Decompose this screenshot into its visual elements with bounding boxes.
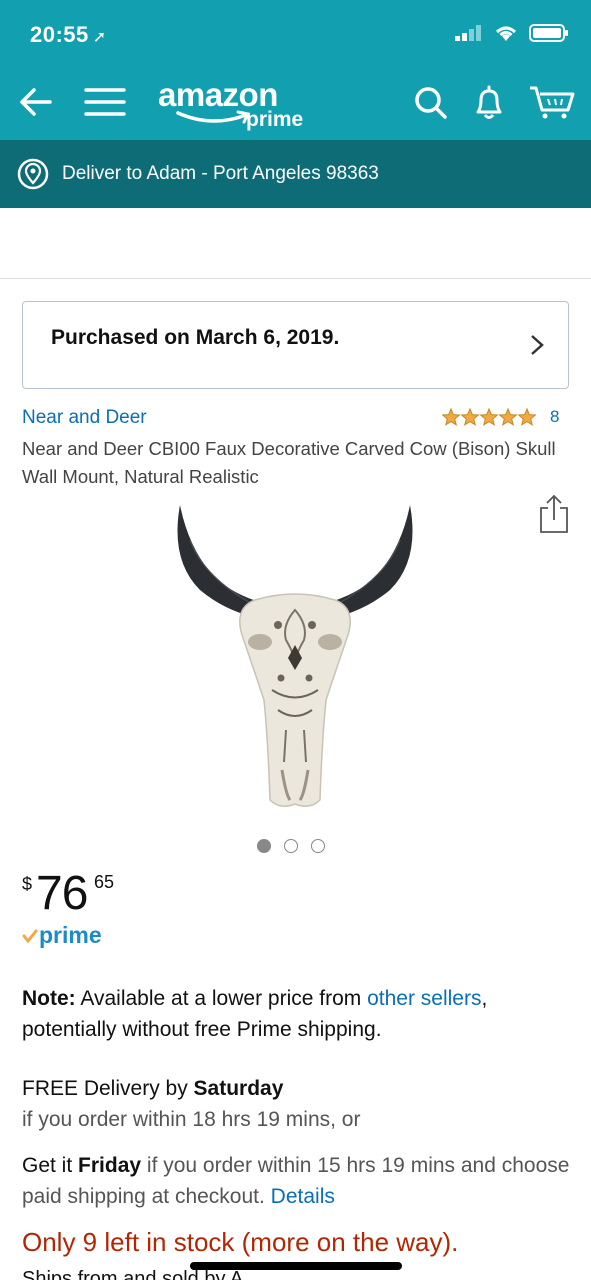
carousel-dot-3[interactable]	[311, 839, 325, 853]
purchased-on-banner[interactable]: Purchased on March 6, 2019.	[22, 301, 569, 389]
logo-sub-text: prime	[246, 108, 304, 131]
rating-count[interactable]: 8	[550, 407, 559, 427]
amazon-prime-logo[interactable]: amazon prime	[158, 76, 328, 134]
price-cents: 65	[94, 872, 115, 892]
paid-delivery-info: Get it Friday if you order within 15 hrs…	[22, 1150, 577, 1212]
rating[interactable]: 8	[442, 407, 559, 427]
free-delivery-condition: if you order within 18 hrs 19 mins, or	[22, 1108, 361, 1131]
other-sellers-link[interactable]: other sellers	[367, 987, 481, 1010]
note-text-before: Available at a lower price from	[75, 987, 368, 1010]
product-title: Near and Deer CBI00 Faux Decorative Carv…	[22, 438, 556, 487]
product-image[interactable]	[160, 500, 430, 810]
free-delivery-info: FREE Delivery by Saturday if you order w…	[22, 1073, 577, 1135]
details-link[interactable]: Details	[271, 1185, 335, 1208]
price-dollars: 76	[36, 867, 88, 920]
status-icons	[455, 24, 569, 42]
status-time-text: 20:55	[30, 22, 89, 47]
hamburger-menu-icon[interactable]	[84, 82, 126, 122]
deliver-to-text: Deliver to Adam - Port Angeles 98363	[62, 163, 379, 184]
home-indicator[interactable]	[190, 1262, 402, 1270]
share-icon[interactable]	[538, 494, 570, 534]
search-icon[interactable]	[412, 84, 450, 122]
location-arrow-icon: ➚	[92, 29, 107, 46]
bell-icon[interactable]	[470, 84, 508, 122]
cart-icon[interactable]	[528, 84, 576, 122]
five-star-rating-icon	[442, 408, 536, 426]
lower-price-note: Note: Available at a lower price from ot…	[22, 983, 577, 1045]
battery-icon	[529, 24, 568, 42]
free-delivery-day: Saturday	[193, 1077, 284, 1100]
location-pin-icon	[17, 158, 49, 190]
divider	[0, 278, 591, 279]
note-label: Note:	[22, 987, 76, 1010]
carousel-dot-2[interactable]	[284, 839, 298, 853]
back-arrow-icon[interactable]	[16, 82, 56, 122]
deliver-to-bar[interactable]: Deliver to Adam - Port Angeles 98363	[0, 140, 591, 208]
status-bar: 20:55 ➚	[0, 0, 591, 72]
signal-icon	[455, 25, 481, 41]
stock-status: Only 9 left in stock (more on the way).	[22, 1227, 459, 1257]
free-delivery-line: FREE Delivery by Saturday	[22, 1073, 577, 1104]
prime-badge: prime	[22, 922, 102, 949]
top-nav: amazon prime	[0, 72, 591, 140]
prime-check-icon	[22, 929, 38, 943]
chevron-right-icon	[531, 335, 544, 355]
prime-label: prime	[39, 922, 102, 948]
logo-smile-icon	[176, 110, 251, 124]
free-delivery-prefix: FREE Delivery by	[22, 1077, 194, 1100]
paid-day: Friday	[78, 1154, 142, 1177]
purchased-on-text: Purchased on March 6, 2019.	[51, 326, 340, 349]
paid-prefix: Get it	[22, 1154, 79, 1177]
brand-link[interactable]: Near and Deer	[22, 407, 147, 429]
status-time: 20:55 ➚	[30, 22, 107, 48]
carousel-dot-1[interactable]	[257, 839, 271, 853]
price-currency-symbol: $	[22, 874, 33, 894]
wifi-icon	[496, 26, 516, 41]
image-carousel-dots[interactable]	[257, 839, 325, 853]
